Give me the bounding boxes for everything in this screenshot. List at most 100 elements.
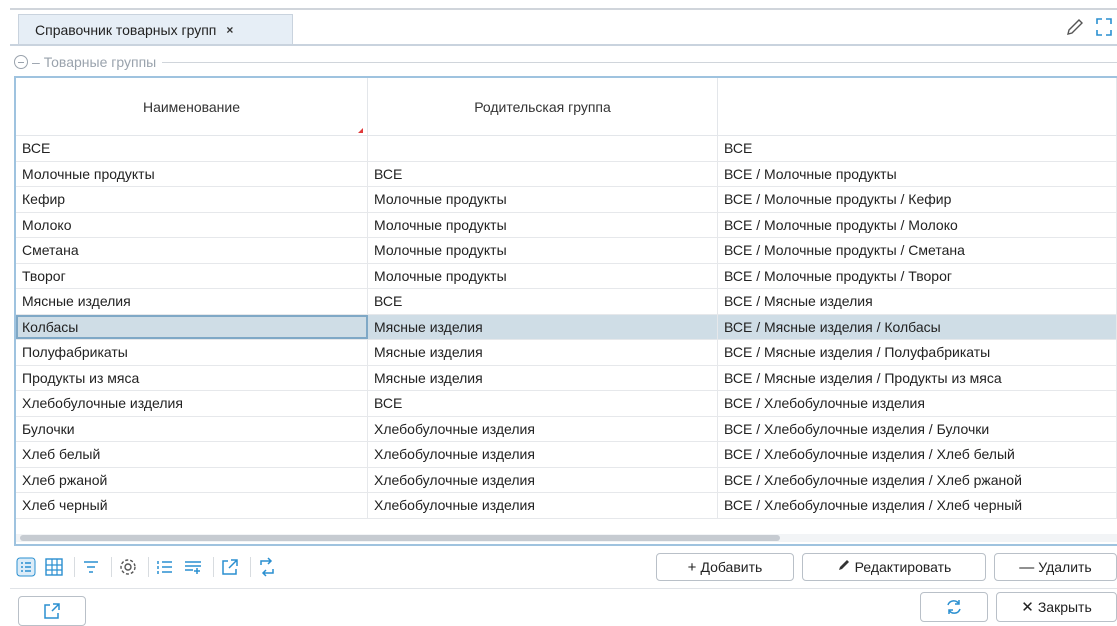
- plus-icon: +: [687, 558, 697, 576]
- cell-path[interactable]: ВСЕ / Хлебобулочные изделия / Хлеб ржано…: [718, 467, 1117, 492]
- cell-name[interactable]: Хлеб белый: [16, 442, 368, 467]
- cell-parent-group[interactable]: Молочные продукты: [368, 187, 718, 212]
- table-row[interactable]: Молоко Молочные продукты ВСЕ / Молочные пр…: [16, 212, 1117, 238]
- settings-icon[interactable]: [116, 555, 140, 579]
- cell-path[interactable]: ВСЕ / Хлебобулочные изделия / Хлеб белый: [718, 442, 1117, 467]
- cell-path[interactable]: ВСЕ / Молочные продукты / Молоко: [718, 212, 1117, 237]
- column-header-parent-label: Родительская группа: [474, 98, 611, 115]
- cell-name[interactable]: Хлеб черный: [16, 493, 368, 518]
- pencil-small-icon: [837, 558, 851, 576]
- cell-path[interactable]: ВСЕ / Мясные изделия / Колбасы: [718, 314, 1117, 339]
- cell-name[interactable]: Кефир: [16, 187, 368, 212]
- cell-name[interactable]: Полуфабрикаты: [16, 340, 368, 365]
- cell-name[interactable]: ВСЕ: [16, 136, 368, 161]
- delete-button-label: Удалить: [1038, 559, 1092, 575]
- cell-path[interactable]: ВСЕ / Мясные изделия: [718, 289, 1117, 314]
- column-header-parent[interactable]: Родительская группа: [368, 78, 718, 135]
- cell-path[interactable]: ВСЕ / Молочные продукты / Кефир: [718, 187, 1117, 212]
- cell-name[interactable]: Сметана: [16, 238, 368, 263]
- export-button[interactable]: [18, 596, 86, 626]
- cell-path[interactable]: ВСЕ / Хлебобулочные изделия / Булочки: [718, 416, 1117, 441]
- add-button[interactable]: + Добавить: [656, 553, 794, 581]
- cell-name[interactable]: Хлеб ржаной: [16, 467, 368, 492]
- cell-path[interactable]: ВСЕ / Хлебобулочные изделия / Хлеб черны…: [718, 493, 1117, 518]
- cell-path[interactable]: ВСЕ / Хлебобулочные изделия: [718, 391, 1117, 416]
- table-row[interactable]: Полуфабрикаты Мясные изделия ВСЕ / Мясные …: [16, 340, 1117, 366]
- swap-icon[interactable]: [255, 555, 279, 579]
- cell-name[interactable]: Творог: [16, 263, 368, 288]
- table-row[interactable]: Булочки Хлебобулочные изделия ВСЕ / Хлебоб…: [16, 416, 1117, 442]
- table-row[interactable]: Молочные продукты ВСЕ ВСЕ / Молочные проду…: [16, 161, 1117, 187]
- product-groups-grid[interactable]: Наименование Родительская группа ВСЕ ВСЕ М…: [14, 76, 1117, 546]
- filter-icon[interactable]: [79, 555, 103, 579]
- cell-parent-group[interactable]: ВСЕ: [368, 161, 718, 186]
- table-row[interactable]: Продукты из мяса Мясные изделия ВСЕ / Мясн…: [16, 365, 1117, 391]
- cell-path[interactable]: ВСЕ / Мясные изделия / Полуфабрикаты: [718, 340, 1117, 365]
- cell-parent-group[interactable]: Хлебобулочные изделия: [368, 493, 718, 518]
- open-external-icon[interactable]: [218, 555, 242, 579]
- table-row[interactable]: Хлеб белый Хлебобулочные изделия ВСЕ / Хле…: [16, 442, 1117, 468]
- cell-name[interactable]: Продукты из мяса: [16, 365, 368, 390]
- column-header-name-label: Наименование: [142, 98, 241, 115]
- cell-path[interactable]: ВСЕ / Мясные изделия / Продукты из мяса: [718, 365, 1117, 390]
- cell-path[interactable]: ВСЕ: [718, 136, 1117, 161]
- cell-parent-group[interactable]: [368, 136, 718, 161]
- section-title: Товарные группы: [43, 54, 157, 70]
- tab-close-icon[interactable]: ×: [226, 23, 233, 37]
- section-header[interactable]: – Товарные группы: [14, 52, 1117, 72]
- cell-parent-group[interactable]: Мясные изделия: [368, 314, 718, 339]
- section-divider: [162, 61, 1117, 63]
- table-row[interactable]: Сметана Молочные продукты ВСЕ / Молочные п…: [16, 238, 1117, 264]
- cell-name[interactable]: Молоко: [16, 212, 368, 237]
- table-row[interactable]: Хлебобулочные изделия ВСЕ ВСЕ / Хлебобулоч…: [16, 391, 1117, 417]
- column-header-path[interactable]: [718, 78, 1117, 135]
- table-view-icon[interactable]: [42, 555, 66, 579]
- cell-parent-group[interactable]: ВСЕ: [368, 391, 718, 416]
- section-dash: –: [32, 54, 44, 70]
- scrollbar-thumb[interactable]: [20, 535, 780, 541]
- grid-header: Наименование Родительская группа: [16, 78, 1117, 136]
- cell-name[interactable]: Молочные продукты: [16, 161, 368, 186]
- cell-parent-group[interactable]: Молочные продукты: [368, 238, 718, 263]
- table-row[interactable]: Хлеб черный Хлебобулочные изделия ВСЕ / Хл…: [16, 493, 1117, 519]
- column-header-name[interactable]: Наименование: [16, 78, 368, 135]
- cell-parent-group[interactable]: Хлебобулочные изделия: [368, 416, 718, 441]
- refresh-icon: [947, 600, 961, 614]
- cell-name[interactable]: Булочки: [16, 416, 368, 441]
- table-row[interactable]: Кефир Молочные продукты ВСЕ / Молочные про…: [16, 187, 1117, 213]
- table-row[interactable]: ВСЕ ВСЕ: [16, 136, 1117, 162]
- collapse-icon[interactable]: [14, 55, 28, 69]
- add-rows-icon[interactable]: [181, 555, 205, 579]
- delete-button[interactable]: — Удалить: [994, 553, 1117, 581]
- tab-title: Справочник товарных групп: [35, 21, 217, 38]
- cell-parent-group[interactable]: Хлебобулочные изделия: [368, 467, 718, 492]
- export-icon: [44, 603, 60, 619]
- close-button[interactable]: ✕ Закрыть: [996, 592, 1117, 622]
- fullscreen-icon[interactable]: [1094, 16, 1114, 38]
- table-row[interactable]: Творог Молочные продукты ВСЕ / Молочные пр…: [16, 263, 1117, 289]
- toolbar-separator: [74, 557, 75, 577]
- table-row[interactable]: Колбасы Мясные изделия ВСЕ / Мясные издели…: [16, 314, 1117, 340]
- tab-product-groups[interactable]: Справочник товарных групп ×: [18, 14, 293, 44]
- cell-parent-group[interactable]: Мясные изделия: [368, 340, 718, 365]
- bottom-bar: ✕ Закрыть: [0, 588, 1117, 626]
- edit-button[interactable]: Редактировать: [802, 553, 986, 581]
- cell-parent-group[interactable]: Молочные продукты: [368, 212, 718, 237]
- cell-name[interactable]: Мясные изделия: [16, 289, 368, 314]
- numbered-list-icon[interactable]: [153, 555, 177, 579]
- cell-path[interactable]: ВСЕ / Молочные продукты: [718, 161, 1117, 186]
- cell-path[interactable]: ВСЕ / Молочные продукты / Сметана: [718, 238, 1117, 263]
- pencil-icon[interactable]: [1064, 16, 1086, 38]
- table-row[interactable]: Хлеб ржаной Хлебобулочные изделия ВСЕ / Хл…: [16, 467, 1117, 493]
- table-row[interactable]: Мясные изделия ВСЕ ВСЕ / Мясные изделия: [16, 289, 1117, 315]
- cell-path[interactable]: ВСЕ / Молочные продукты / Творог: [718, 263, 1117, 288]
- horizontal-scrollbar[interactable]: [16, 534, 1117, 542]
- cell-parent-group[interactable]: Хлебобулочные изделия: [368, 442, 718, 467]
- cell-name[interactable]: Колбасы: [16, 314, 368, 339]
- cell-parent-group[interactable]: ВСЕ: [368, 289, 718, 314]
- list-view-icon[interactable]: [14, 555, 38, 579]
- refresh-button[interactable]: [920, 592, 988, 622]
- cell-name[interactable]: Хлебобулочные изделия: [16, 391, 368, 416]
- cell-parent-group[interactable]: Молочные продукты: [368, 263, 718, 288]
- cell-parent-group[interactable]: Мясные изделия: [368, 365, 718, 390]
